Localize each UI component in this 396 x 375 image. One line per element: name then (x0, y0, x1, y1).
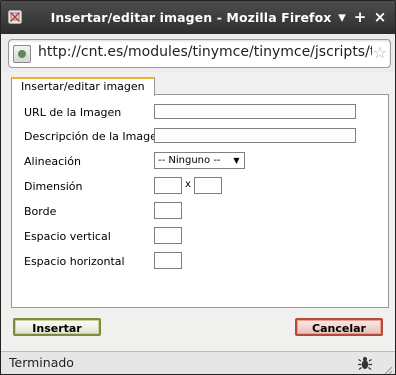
status-bar: Terminado (1, 351, 395, 374)
height-input[interactable] (194, 177, 222, 194)
cancel-button[interactable]: Cancelar (295, 318, 383, 336)
tab-insert-edit-image[interactable]: Insertar/editar imagen (11, 77, 155, 96)
image-description-label: Descripción de la Imagen (24, 130, 164, 143)
image-url-label: URL de la Imagen (24, 106, 122, 119)
width-input[interactable] (154, 177, 182, 194)
bug-icon[interactable] (357, 355, 373, 371)
border-input[interactable] (154, 202, 182, 219)
hspace-label: Espacio horizontal (24, 255, 125, 268)
dimension-separator: x (185, 179, 191, 190)
image-properties-panel: URL de la Imagen Descripción de la Image… (11, 94, 389, 308)
vspace-input[interactable] (154, 227, 182, 244)
site-identity-icon[interactable] (13, 45, 31, 63)
dialog-content: Insertar/editar imagen URL de la Imagen … (1, 72, 395, 351)
image-description-input[interactable] (154, 128, 356, 143)
hspace-input[interactable] (154, 252, 182, 269)
url-text[interactable]: http://cnt.es/modules/tinymce/tinymce/js… (38, 44, 372, 60)
image-url-input[interactable] (154, 104, 356, 119)
dimension-label: Dimensión (24, 180, 83, 193)
border-label: Borde (24, 205, 57, 218)
minimize-icon[interactable]: ▾ (335, 10, 349, 25)
insert-button[interactable]: Insertar (13, 318, 101, 336)
alignment-select[interactable]: -- Ninguno -- ▼ (154, 152, 245, 169)
close-icon[interactable]: × (373, 10, 387, 25)
url-area: http://cnt.es/modules/tinymce/tinymce/js… (1, 34, 395, 72)
alignment-label: Alineación (24, 155, 81, 168)
url-bar[interactable]: http://cnt.es/modules/tinymce/tinymce/js… (8, 39, 391, 68)
window-title: Insertar/editar imagen - Mozilla Firefox (50, 10, 332, 25)
vspace-label: Espacio vertical (24, 230, 111, 243)
title-bar[interactable]: Insertar/editar imagen - Mozilla Firefox… (1, 1, 395, 34)
browser-window: Insertar/editar imagen - Mozilla Firefox… (0, 0, 396, 375)
maximize-icon[interactable]: + (353, 10, 367, 25)
bookmark-star-icon[interactable]: ☆ (373, 43, 387, 62)
resize-grip-icon[interactable] (381, 361, 393, 374)
status-text: Terminado (9, 355, 74, 370)
alignment-selected-value: -- Ninguno -- (158, 155, 221, 166)
dropdown-arrow-icon[interactable]: ▼ (230, 154, 243, 167)
